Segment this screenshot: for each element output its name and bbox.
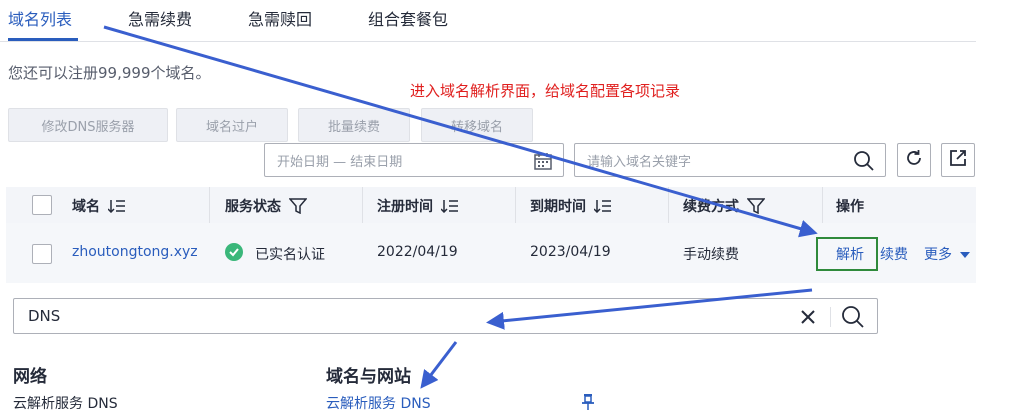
- column-expires-label: 到期时间: [530, 199, 586, 215]
- filter-icon[interactable]: [747, 198, 765, 214]
- transfer-domain-button[interactable]: 转移域名: [421, 108, 533, 142]
- column-divider: [515, 187, 516, 223]
- search-icon[interactable]: [853, 150, 875, 176]
- table-row: zhoutongtong.xyz 已实名认证 2022/04/19 2023/0…: [6, 223, 976, 283]
- result-item-domain-dns[interactable]: 云解析服务 DNS: [326, 393, 431, 413]
- column-renew-mode[interactable]: 续费方式: [683, 196, 765, 216]
- refresh-button[interactable]: [897, 143, 931, 177]
- check-circle-icon: [225, 243, 243, 261]
- date-range-placeholder: 开始日期 — 结束日期: [277, 154, 403, 170]
- renew-mode: 手动续费: [683, 247, 739, 263]
- clear-icon[interactable]: [799, 308, 817, 330]
- sort-icon[interactable]: [594, 199, 612, 213]
- result-item-network-dns[interactable]: 云解析服务 DNS: [13, 393, 118, 413]
- registered-date: 2022/04/19: [377, 244, 458, 260]
- status-text: 已实名认证: [255, 247, 325, 263]
- batch-renew-button[interactable]: 批量续费: [298, 108, 410, 142]
- column-status[interactable]: 服务状态: [225, 196, 307, 216]
- column-domain[interactable]: 域名: [72, 196, 126, 216]
- arrow-to-result: [420, 341, 458, 389]
- column-expires[interactable]: 到期时间: [530, 196, 612, 216]
- column-registered-label: 注册时间: [377, 199, 433, 215]
- column-actions-label: 操作: [836, 199, 864, 215]
- select-all-checkbox[interactable]: [32, 195, 52, 215]
- renew-link[interactable]: 续费: [880, 244, 908, 264]
- column-domain-label: 域名: [72, 199, 100, 215]
- calendar-icon: [533, 151, 553, 175]
- modify-dns-button[interactable]: 修改DNS服务器: [8, 108, 168, 142]
- quota-hint: 您还可以注册99,999个域名。: [8, 64, 211, 82]
- more-label: 更多: [924, 247, 952, 263]
- tab-bundle-package[interactable]: 组合套餐包: [368, 6, 448, 30]
- tab-urgent-renewal[interactable]: 急需续费: [128, 6, 192, 30]
- export-icon: [948, 148, 968, 172]
- domain-keyword-placeholder: 请输入域名关键字: [587, 154, 692, 170]
- column-divider: [822, 187, 823, 223]
- transfer-owner-button[interactable]: 域名过户: [176, 108, 288, 142]
- service-search-input[interactable]: DNS: [13, 298, 878, 334]
- filter-icon[interactable]: [289, 198, 307, 214]
- refresh-icon: [904, 148, 924, 172]
- result-group-domain: 域名与网站: [326, 367, 411, 387]
- more-link[interactable]: 更多: [924, 244, 971, 264]
- export-button[interactable]: [941, 143, 975, 177]
- expires-date: 2023/04/19: [530, 244, 611, 260]
- date-range-picker[interactable]: 开始日期 — 结束日期: [264, 143, 564, 177]
- annotation-text: 进入域名解析界面，给域名配置各项记录: [410, 82, 681, 100]
- column-divider: [209, 187, 210, 223]
- sort-icon[interactable]: [441, 199, 459, 213]
- domain-link[interactable]: zhoutongtong.xyz: [72, 244, 198, 260]
- search-divider: [830, 307, 831, 327]
- tab-domain-list[interactable]: 域名列表: [8, 6, 72, 30]
- result-group-network: 网络: [13, 367, 47, 387]
- tab-bar: 域名列表 急需续费 急需赎回 组合套餐包: [0, 0, 976, 42]
- tab-urgent-redemption[interactable]: 急需赎回: [248, 6, 312, 30]
- column-divider: [668, 187, 669, 223]
- column-divider: [362, 187, 363, 223]
- row-checkbox[interactable]: [32, 244, 52, 264]
- search-icon[interactable]: [841, 305, 865, 333]
- domain-keyword-search[interactable]: 请输入域名关键字: [574, 143, 886, 177]
- column-status-label: 服务状态: [225, 199, 281, 215]
- column-renew-mode-label: 续费方式: [683, 199, 739, 215]
- table-header: 域名 服务状态 注册时间 到期时间 续费方式 操作: [6, 187, 976, 223]
- pin-icon[interactable]: [580, 393, 596, 415]
- column-registered[interactable]: 注册时间: [377, 196, 459, 216]
- sort-icon[interactable]: [108, 199, 126, 213]
- column-actions: 操作: [836, 196, 864, 216]
- chevron-down-icon: [960, 252, 971, 258]
- search-value: DNS: [28, 307, 61, 325]
- resolve-link[interactable]: 解析: [836, 244, 864, 264]
- active-tab-indicator: [8, 38, 78, 41]
